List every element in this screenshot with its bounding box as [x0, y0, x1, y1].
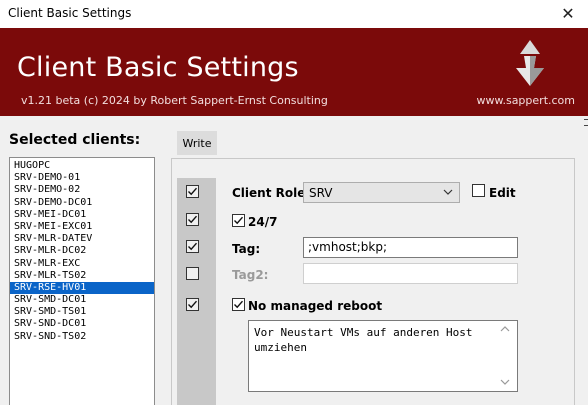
- edge-marker: [584, 119, 588, 120]
- version-text: v1.21 beta (c) 2024 by Robert Sappert-Er…: [21, 94, 328, 107]
- apply-role-checkbox[interactable]: [186, 185, 199, 198]
- scroll-down-icon[interactable]: [500, 377, 510, 387]
- edge-marker: [584, 125, 588, 126]
- checkmark-icon: [188, 187, 198, 196]
- checkmark-icon: [188, 300, 198, 309]
- checkmark-icon: [188, 242, 198, 251]
- notes-textarea[interactable]: Vor Neustart VMs auf anderen Host umzieh…: [248, 320, 518, 392]
- client-list-item[interactable]: SRV-RSE-HV01: [10, 281, 154, 295]
- client-list-item[interactable]: SRV-MEI-DC01: [10, 209, 154, 221]
- tag2-input[interactable]: [303, 263, 518, 284]
- checkmark-icon: [188, 215, 198, 224]
- window-title: Client Basic Settings: [8, 6, 132, 20]
- no-managed-reboot-label: No managed reboot: [248, 299, 383, 313]
- close-button[interactable]: ✕: [548, 0, 588, 28]
- tag-input[interactable]: ;vmhost;bkp;: [303, 237, 518, 258]
- client-list-item[interactable]: SRV-SND-DC01: [10, 318, 154, 330]
- app-window: Client Basic Settings ✕ Client Basic Set…: [0, 0, 588, 405]
- write-button[interactable]: Write: [177, 131, 217, 155]
- website-link[interactable]: www.sappert.com: [476, 94, 575, 107]
- apply-tag2-checkbox[interactable]: [186, 267, 199, 280]
- apply-no-reboot-checkbox[interactable]: [186, 298, 199, 311]
- apply-tag-checkbox[interactable]: [186, 240, 199, 253]
- banner-title: Client Basic Settings: [17, 52, 299, 83]
- scroll-up-icon[interactable]: [500, 324, 510, 334]
- sappert-logo-icon: [516, 40, 544, 86]
- client-list-item[interactable]: SRV-DEMO-02: [10, 184, 154, 196]
- client-list-item[interactable]: SRV-SMD-DC01: [10, 294, 154, 306]
- checkmark-icon: [234, 216, 244, 225]
- title-bar: Client Basic Settings ✕: [0, 0, 588, 28]
- client-list-item[interactable]: SRV-MLR-EXC: [10, 258, 154, 270]
- client-role-label: Client Role:: [232, 186, 311, 200]
- client-list-item[interactable]: SRV-MEI-EXC01: [10, 221, 154, 233]
- client-list-item[interactable]: HUGOPC: [10, 160, 154, 172]
- client-list-item[interactable]: SRV-SMD-TS01: [10, 306, 154, 318]
- client-role-select[interactable]: SRV: [303, 182, 460, 203]
- twenty-four-seven-checkbox[interactable]: [232, 214, 245, 227]
- chevron-down-icon: [443, 189, 453, 195]
- apply-24-7-checkbox[interactable]: [186, 213, 199, 226]
- selected-clients-label: Selected clients:: [9, 132, 141, 148]
- client-list-item[interactable]: SRV-MLR-TS02: [10, 270, 154, 282]
- twenty-four-seven-label: 24/7: [248, 215, 278, 229]
- client-list-item[interactable]: SRV-DEMO-01: [10, 172, 154, 184]
- client-listbox[interactable]: HUGOPC SRV-DEMO-01 SRV-DEMO-02 SRV-DEMO-DC0…: [9, 157, 155, 405]
- checkmark-icon: [234, 300, 244, 309]
- edit-label: Edit: [489, 186, 516, 200]
- client-list-item[interactable]: SRV-DEMO-DC01: [10, 197, 154, 209]
- edit-checkbox[interactable]: [472, 184, 485, 197]
- no-managed-reboot-checkbox[interactable]: [232, 298, 245, 311]
- client-list-item[interactable]: SRV-MLR-DC02: [10, 245, 154, 257]
- client-role-value: SRV: [309, 186, 333, 200]
- tag2-label: Tag2:: [232, 268, 269, 282]
- client-list-item[interactable]: SRV-SND-TS02: [10, 331, 154, 343]
- client-list-item[interactable]: SRV-MLR-DATEV: [10, 233, 154, 245]
- header-banner: Client Basic Settings v1.21 beta (c) 202…: [0, 28, 588, 116]
- tag-label: Tag:: [232, 242, 261, 256]
